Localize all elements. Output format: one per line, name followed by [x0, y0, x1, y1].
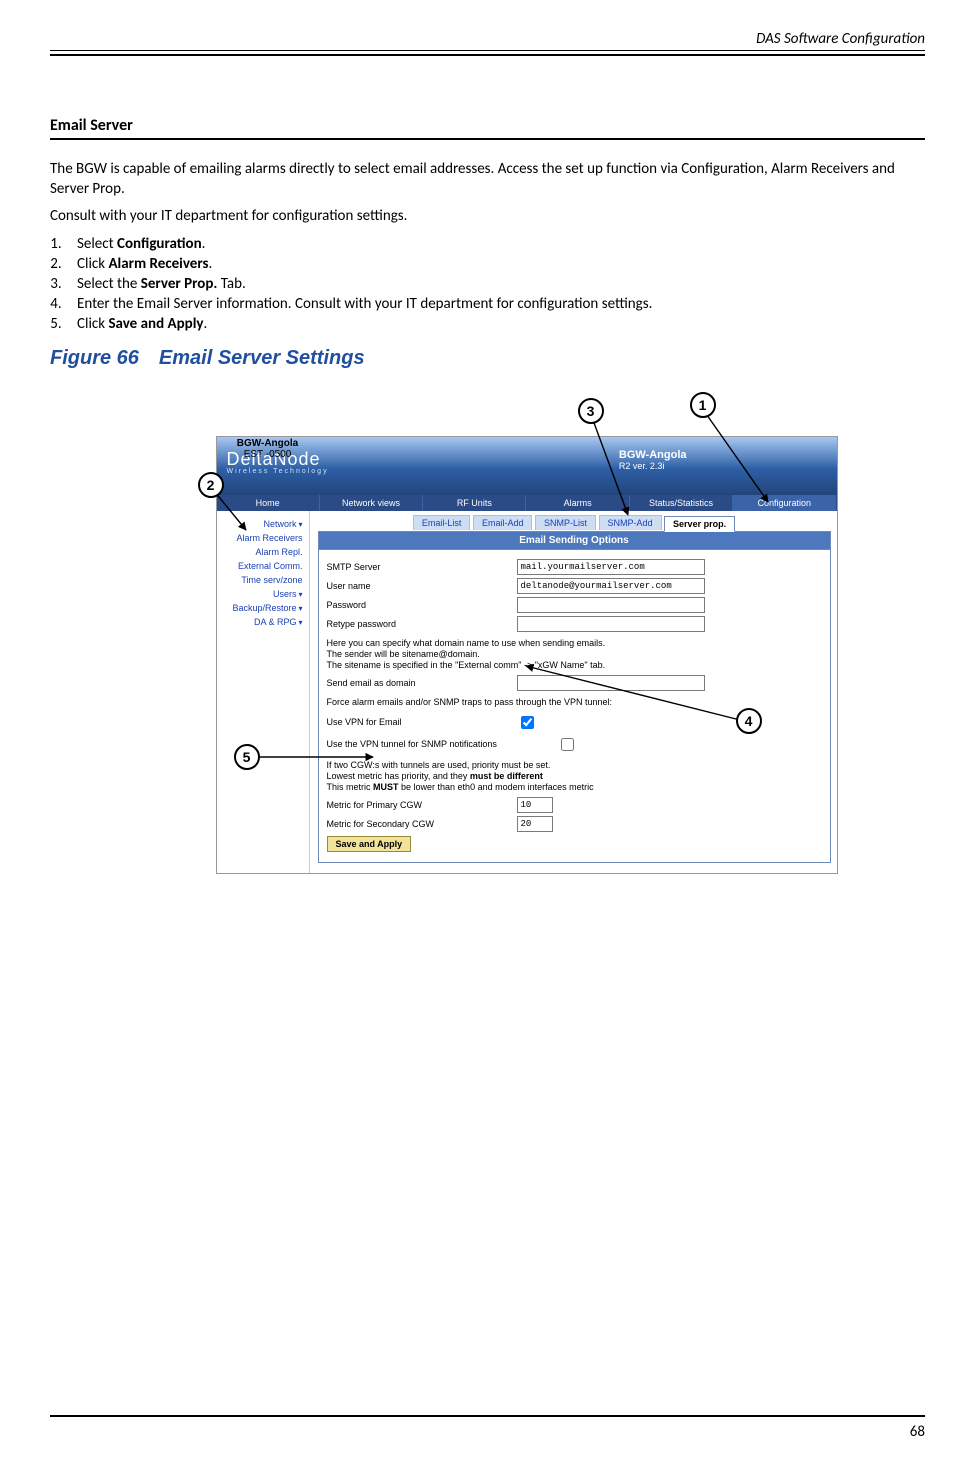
username-input[interactable]: [517, 578, 705, 594]
step-bold: Server Prop.: [141, 275, 218, 293]
tab-snmp-list[interactable]: SNMP-List: [535, 515, 596, 530]
section-underline: [50, 138, 925, 140]
step-text: .: [202, 235, 206, 253]
use-vpn-email-label: Use VPN for Email: [327, 717, 517, 727]
metric-note: If two CGW:s with tunnels are used, prio…: [327, 760, 822, 794]
send-domain-label: Send email as domain: [327, 678, 517, 688]
figure-caption: Figure 66 Email Server Settings: [50, 347, 925, 370]
step-bold: Configuration: [117, 235, 202, 253]
metric-secondary-label: Metric for Secondary CGW: [327, 819, 517, 829]
step-text: Click: [77, 255, 108, 273]
sidebar-item-alarm-repl[interactable]: Alarm Repl.: [219, 545, 305, 559]
figure-66: 1 2 3 4 5 BGW-Angola EST -0500 DeltaNode…: [138, 382, 838, 802]
config-sidebar: Network Alarm Receivers Alarm Repl. Exte…: [217, 511, 310, 874]
banner-bgw-name: BGW-Angola: [619, 449, 687, 461]
metric-note-line: This metric: [327, 782, 374, 792]
intro-paragraph: The BGW is capable of emailing alarms di…: [50, 160, 925, 199]
sidebar-item-time-serv-zone[interactable]: Time serv/zone: [219, 573, 305, 587]
domain-note: Here you can specify what domain name to…: [327, 638, 822, 672]
username-label: User name: [327, 581, 517, 591]
primary-nav: Home Network views RF Units Alarms Statu…: [217, 495, 837, 511]
step-5: Click Save and Apply.: [65, 315, 925, 333]
use-vpn-snmp-checkbox[interactable]: [561, 738, 574, 751]
secondary-tabs: Email-List Email-Add SNMP-List SNMP-Add …: [318, 515, 831, 531]
tab-email-list[interactable]: Email-List: [413, 515, 471, 530]
metric-note-line: be lower than eth0 and modem interfaces …: [399, 782, 594, 792]
save-and-apply-button[interactable]: Save and Apply: [327, 836, 412, 852]
metric-note-bold: MUST: [373, 782, 399, 792]
vpn-note: Force alarm emails and/or SNMP traps to …: [327, 697, 822, 708]
nav-configuration[interactable]: Configuration: [733, 495, 836, 511]
sidebar-item-backup-restore[interactable]: Backup/Restore: [219, 601, 305, 615]
steps-list: Select Configuration. Click Alarm Receiv…: [50, 235, 925, 333]
metric-primary-label: Metric for Primary CGW: [327, 800, 517, 810]
retype-password-label: Retype password: [327, 619, 517, 629]
metric-primary-input[interactable]: [517, 797, 553, 813]
content-row: Network Alarm Receivers Alarm Repl. Exte…: [217, 511, 837, 874]
password-input[interactable]: [517, 597, 705, 613]
header-rule: [50, 50, 925, 56]
banner-bgw: BGW-Angola R2 ver. 2.3i: [619, 449, 687, 471]
banner-bgw-version: R2 ver. 2.3i: [619, 461, 687, 471]
gateway-tz: EST -0500: [228, 449, 308, 460]
gateway-label: BGW-Angola EST -0500: [228, 438, 308, 460]
nav-network-views[interactable]: Network views: [320, 495, 423, 511]
nav-home[interactable]: Home: [217, 495, 320, 511]
metric-note-bold: must be different: [470, 771, 543, 781]
nav-rf-units[interactable]: RF Units: [423, 495, 526, 511]
callout-5: 5: [234, 744, 260, 770]
nav-status-statistics[interactable]: Status/Statistics: [630, 495, 733, 511]
sidebar-item-network[interactable]: Network: [219, 517, 305, 531]
retype-password-input[interactable]: [517, 616, 705, 632]
step-text: .: [208, 255, 212, 273]
tab-email-add[interactable]: Email-Add: [473, 515, 533, 530]
running-head: DAS Software Configuration: [50, 30, 925, 50]
screenshot-window: DeltaNode Wireless Technology BGW-Angola…: [216, 436, 838, 875]
step-text: Select the: [77, 275, 141, 293]
sidebar-item-users[interactable]: Users: [219, 587, 305, 601]
metric-secondary-input[interactable]: [517, 816, 553, 832]
brand-subtext: Wireless Technology: [227, 468, 329, 475]
metric-note-line: Lowest metric has priority, and they: [327, 771, 470, 781]
consult-paragraph: Consult with your IT department for conf…: [50, 207, 925, 227]
step-text: .: [204, 315, 208, 333]
smtp-server-input[interactable]: [517, 559, 705, 575]
tab-server-prop[interactable]: Server prop.: [664, 516, 735, 532]
page-number: 68: [910, 1423, 925, 1441]
section-heading: Email Server: [50, 116, 925, 135]
callout-3: 3: [578, 398, 604, 424]
banner: DeltaNode Wireless Technology BGW-Angola…: [217, 437, 837, 495]
email-options-form: SMTP Server User name Password Rety: [318, 550, 831, 864]
gateway-name: BGW-Angola: [228, 438, 308, 449]
callout-4: 4: [736, 708, 762, 734]
nav-alarms[interactable]: Alarms: [526, 495, 629, 511]
smtp-server-label: SMTP Server: [327, 562, 517, 572]
sidebar-item-external-comm[interactable]: External Comm.: [219, 559, 305, 573]
step-4: Enter the Email Server information. Cons…: [65, 295, 925, 313]
metric-note-line: If two CGW:s with tunnels are used, prio…: [327, 760, 551, 770]
tab-snmp-add[interactable]: SNMP-Add: [599, 515, 662, 530]
main-panel: Email-List Email-Add SNMP-List SNMP-Add …: [310, 511, 837, 874]
use-vpn-snmp-label: Use the VPN tunnel for SNMP notification…: [327, 739, 557, 749]
step-text: Tab.: [217, 275, 245, 293]
step-1: Select Configuration.: [65, 235, 925, 253]
step-bold: Save and Apply: [108, 315, 203, 333]
password-label: Password: [327, 600, 517, 610]
step-text: Enter the Email Server information. Cons…: [77, 295, 652, 313]
send-domain-input[interactable]: [517, 675, 705, 691]
sidebar-item-alarm-receivers[interactable]: Alarm Receivers: [219, 531, 305, 545]
use-vpn-email-checkbox[interactable]: [521, 716, 534, 729]
callout-2: 2: [198, 472, 224, 498]
sidebar-item-da-rpg[interactable]: DA & RPG: [219, 615, 305, 629]
step-3: Select the Server Prop. Tab.: [65, 275, 925, 293]
footer-rule: [50, 1415, 925, 1417]
step-text: Select: [77, 235, 117, 253]
callout-1: 1: [690, 392, 716, 418]
step-text: Click: [77, 315, 108, 333]
step-2: Click Alarm Receivers.: [65, 255, 925, 273]
panel-title: Email Sending Options: [318, 531, 831, 550]
step-bold: Alarm Receivers: [108, 255, 208, 273]
